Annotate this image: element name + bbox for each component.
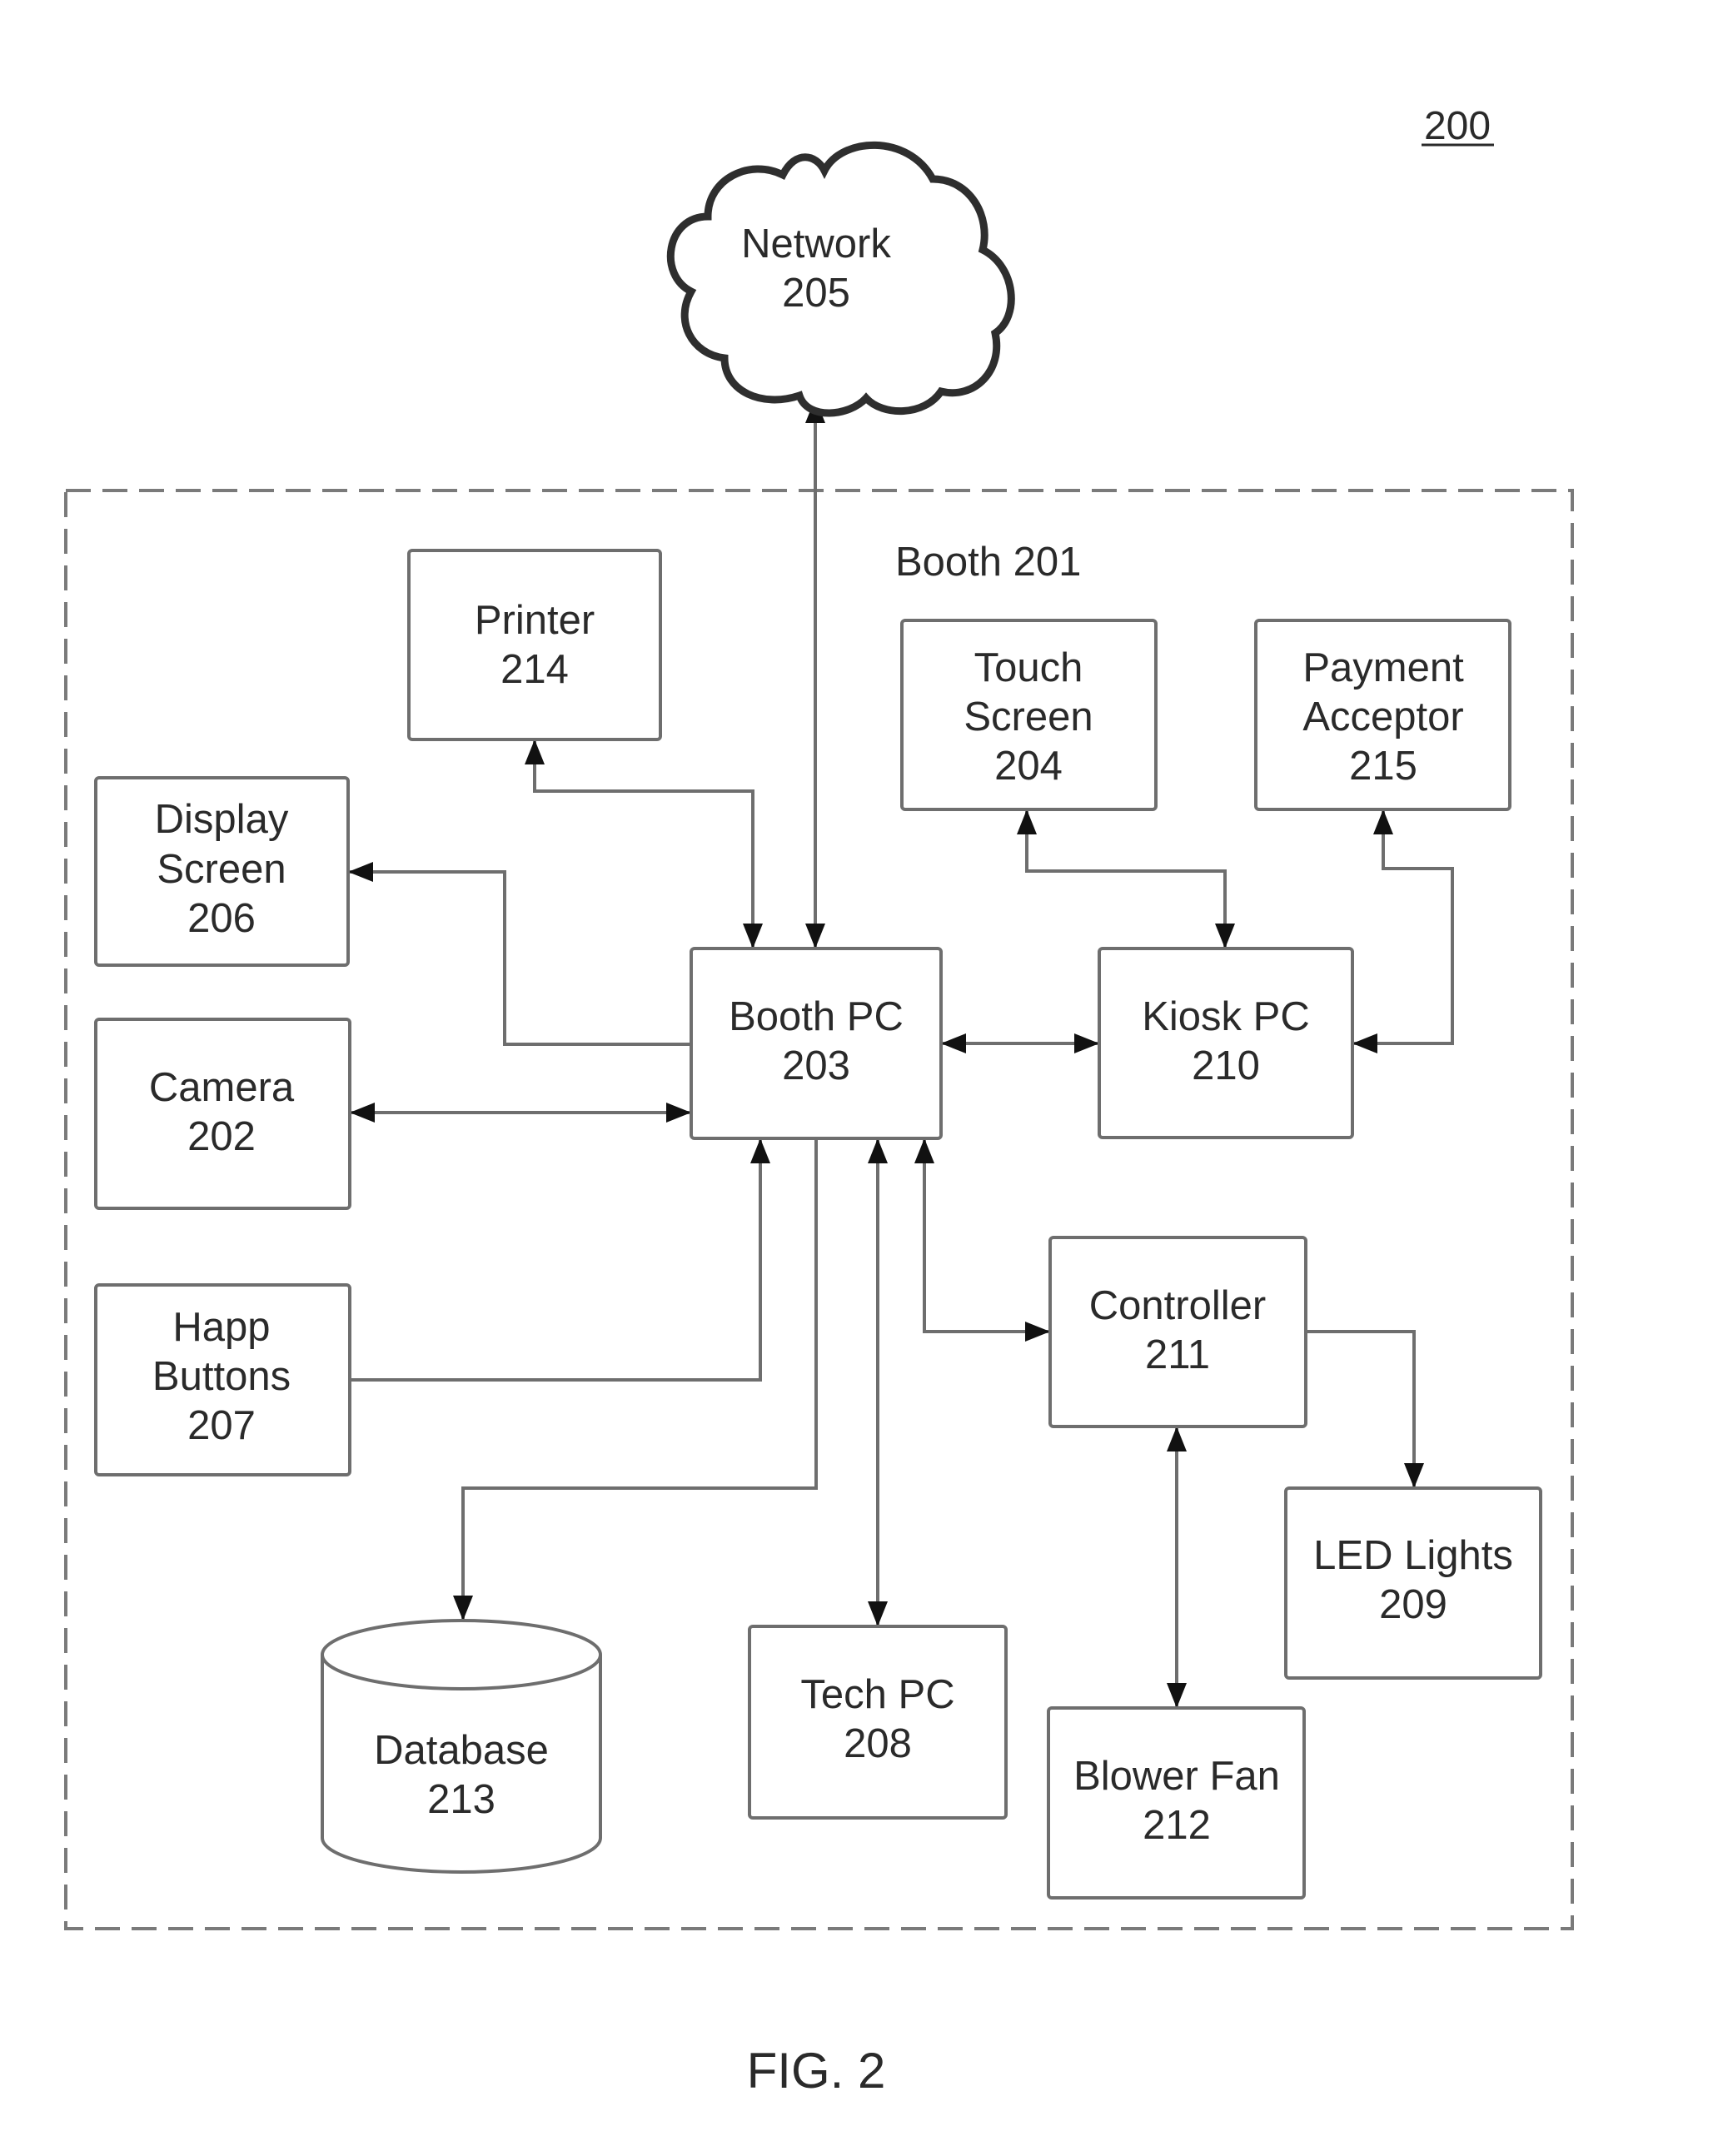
node-happ-buttons-label-line-2: Buttons [152,1354,291,1399]
connector-controller-to-blower-arrowhead-start [1167,1427,1187,1451]
node-happ-buttons-label-line-1: Happ [172,1305,270,1350]
node-network-label-line-1: Network [741,222,891,266]
connector-camera-to-booth-pc-arrowhead-end [666,1103,691,1123]
connector-booth-pc-to-tech-pc-arrowhead-start [868,1138,888,1163]
node-payment-acceptor[interactable]: Payment Acceptor 215 [1254,619,1511,811]
connector-touch-to-kiosk-pc-arrowhead-start [1017,809,1037,834]
node-led-lights[interactable]: LED Lights 209 [1284,1486,1542,1680]
node-booth-pc-label-line-1: Booth PC [729,994,904,1039]
node-tech-pc-label-line-2: 208 [844,1721,912,1766]
figure-caption: FIG. 2 [747,2043,886,2099]
node-tech-pc-label-line-1: Tech PC [800,1672,954,1717]
node-camera-label-line-1: Camera [149,1065,295,1110]
connector-booth-pc-to-controller [923,1138,1050,1333]
connector-payment-to-kiosk-pc-arrowhead-start [1373,809,1393,834]
node-printer[interactable]: Printer 214 [407,549,662,741]
node-happ-buttons-label-line-3: 207 [187,1403,256,1448]
node-controller-label-line-1: Controller [1089,1283,1266,1328]
connector-booth-pc-to-display [348,870,691,1046]
connector-booth-pc-to-database-arrowhead-end [453,1596,473,1621]
connector-booth-pc-to-tech-pc-arrowhead-end [868,1601,888,1626]
node-database-label-line-1: Database [374,1728,549,1773]
node-payment-acceptor-label-line-1: Payment [1302,645,1464,690]
node-led-lights-label-line-2: 209 [1379,1582,1447,1627]
node-kiosk-pc-label-line-2: 210 [1192,1043,1260,1088]
connector-payment-to-kiosk-pc [1352,809,1454,1045]
node-controller-label-line-2: 211 [1145,1332,1210,1377]
connector-booth-pc-to-kiosk-pc-arrowhead-start [941,1033,966,1053]
figure-reference-number: 200 [1424,104,1491,148]
connector-happ-to-booth-pc-arrowhead-end [750,1138,770,1163]
connector-booth-pc-to-controller-arrowhead-start [914,1138,934,1163]
node-blower-fan[interactable]: Blower Fan 212 [1047,1706,1306,1900]
node-camera-label-line-2: 202 [187,1114,256,1159]
node-display-screen-label-line-3: 206 [187,896,256,941]
node-network[interactable]: Network 205 [666,141,1015,417]
node-display-screen-label-line-2: Screen [157,847,286,892]
connector-controller-to-blower-arrowhead-end [1167,1683,1187,1708]
node-kiosk-pc-label-line-1: Kiosk PC [1142,994,1310,1039]
node-controller[interactable]: Controller 211 [1048,1236,1307,1428]
node-display-screen[interactable]: Display Screen 206 [94,776,350,967]
connector-controller-to-led-arrowhead-end [1404,1463,1424,1488]
node-printer-label-line-2: 214 [500,647,569,692]
node-touch-screen[interactable]: Touch Screen 204 [900,619,1158,811]
node-blower-fan-label-line-2: 212 [1143,1803,1211,1848]
connector-booth-pc-to-display-arrowhead-end [348,862,373,882]
connector-touch-to-kiosk-pc-arrowhead-end [1215,924,1235,949]
node-tech-pc[interactable]: Tech PC 208 [748,1625,1008,1820]
node-kiosk-pc[interactable]: Kiosk PC 210 [1098,947,1354,1139]
database-cylinder-top [321,1619,602,1690]
node-network-label-line-2: 205 [782,271,850,316]
node-payment-acceptor-label-line-2: Acceptor [1302,695,1463,739]
node-blower-fan-label-line-1: Blower Fan [1073,1754,1280,1799]
connector-booth-pc-to-kiosk-pc-arrowhead-end [1074,1033,1099,1053]
connector-touch-to-kiosk-pc [1025,809,1227,949]
node-printer-label-line-1: Printer [475,598,595,643]
connector-printer-to-booth-pc [533,739,754,949]
node-led-lights-label-line-1: LED Lights [1313,1533,1513,1578]
node-display-screen-label-line-1: Display [155,797,289,842]
connector-booth-pc-to-controller-arrowhead-end [1025,1322,1050,1342]
system-block-diagram: 200 Booth 201 Network 205 Printer 214 Di… [64,104,1574,2099]
node-database[interactable]: Database 213 [321,1619,602,1874]
node-touch-screen-label-line-2: Screen [964,695,1093,739]
connector-payment-to-kiosk-pc-arrowhead-end [1352,1033,1377,1053]
node-touch-screen-label-line-3: 204 [994,744,1063,789]
node-booth-pc-label-line-2: 203 [782,1043,850,1088]
node-database-label-line-2: 213 [427,1777,495,1822]
node-touch-screen-label-line-1: Touch [974,645,1083,690]
connector-camera-to-booth-pc-arrowhead-start [350,1103,375,1123]
node-happ-buttons[interactable]: Happ Buttons 207 [94,1283,351,1476]
connector-printer-to-booth-pc-arrowhead-start [525,739,545,764]
connector-happ-to-booth-pc [350,1138,762,1382]
connector-controller-to-led [1306,1330,1416,1488]
node-booth-pc[interactable]: Booth PC 203 [690,947,943,1140]
connector-printer-to-booth-pc-arrowhead-end [743,924,763,949]
connector-network-to-booth-pc-arrowhead-end [805,924,825,949]
node-camera[interactable]: Camera 202 [94,1018,351,1210]
node-payment-acceptor-label-line-3: 215 [1349,744,1417,789]
node-printer-box [407,549,662,741]
booth-boundary-label: Booth 201 [895,540,1081,585]
